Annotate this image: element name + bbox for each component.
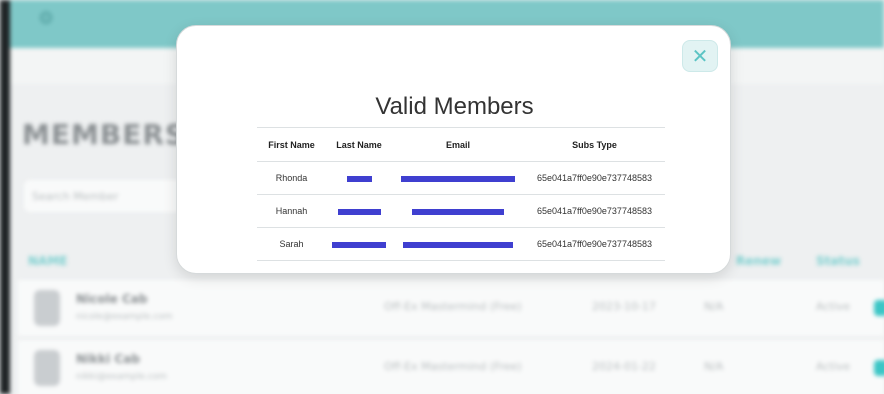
- table-row[interactable]: Nicole Cab nicole@example.com Off-Ex Mas…: [18, 280, 884, 336]
- valid-members-table: First Name Last Name Email Subs Type Rho…: [257, 127, 665, 261]
- member-name: Nicole Cab: [76, 292, 148, 306]
- member-date: 2023-10-17: [592, 300, 656, 313]
- action-button[interactable]: [874, 360, 884, 376]
- redaction-bar: [412, 208, 504, 215]
- column-header-name[interactable]: NAME: [28, 254, 67, 268]
- column-header-status[interactable]: Status: [816, 254, 860, 268]
- redaction-bar: [332, 241, 386, 248]
- subs-type-cell: 65e041a7ff0e90e737748583: [524, 194, 665, 228]
- header-last-name: Last Name: [326, 127, 392, 162]
- avatar: [34, 350, 60, 386]
- table-row: Hannah 65e041a7ff0e90e737748583: [257, 194, 665, 228]
- header-subs-type: Subs Type: [524, 127, 665, 162]
- redaction-bar: [401, 175, 515, 182]
- avatar: [34, 290, 60, 326]
- member-date: 2024-01-22: [592, 360, 656, 373]
- subs-type-cell: 65e041a7ff0e90e737748583: [524, 227, 665, 261]
- modal-title: Valid Members: [375, 93, 534, 120]
- table-row: Rhonda 65e041a7ff0e90e737748583: [257, 161, 665, 195]
- member-email: nicole@example.com: [76, 312, 173, 322]
- member-email: nikki@example.com: [76, 372, 167, 382]
- redaction-bar: [337, 208, 381, 215]
- member-plan: Off-Ex Mastermind (Free): [384, 300, 522, 313]
- header-email: Email: [392, 127, 524, 162]
- table-row[interactable]: Nikki Cab nikki@example.com Off-Ex Maste…: [18, 340, 884, 394]
- member-status: Active: [816, 360, 851, 373]
- email-cell: [392, 194, 524, 228]
- close-button[interactable]: ✕: [682, 40, 718, 72]
- last-name-cell: [326, 194, 392, 228]
- first-name-cell: Sarah: [257, 227, 326, 261]
- email-cell: [392, 161, 524, 195]
- last-name-cell: [326, 161, 392, 195]
- subs-type-cell: 65e041a7ff0e90e737748583: [524, 161, 665, 195]
- redaction-bar: [346, 175, 372, 182]
- last-name-cell: [326, 227, 392, 261]
- email-cell: [392, 227, 524, 261]
- column-header-renew[interactable]: Renew: [736, 254, 781, 268]
- gear-icon: ⚙: [38, 8, 55, 29]
- first-name-cell: Rhonda: [257, 161, 326, 195]
- action-button[interactable]: [874, 300, 884, 316]
- header-first-name: First Name: [257, 127, 326, 162]
- table-header-row: First Name Last Name Email Subs Type: [257, 127, 665, 162]
- valid-members-modal: ✕ Valid Members First Name Last Name Ema…: [176, 25, 731, 274]
- member-renew: N/A: [704, 300, 724, 313]
- sidebar: [0, 0, 10, 394]
- redaction-bar: [403, 241, 513, 248]
- member-renew: N/A: [704, 360, 724, 373]
- page-title: MEMBERS: [22, 118, 187, 151]
- close-icon[interactable]: ✕: [692, 44, 709, 68]
- member-name: Nikki Cab: [76, 352, 140, 366]
- first-name-cell: Hannah: [257, 194, 326, 228]
- member-plan: Off-Ex Mastermind (Free): [384, 360, 522, 373]
- member-status: Active: [816, 300, 851, 313]
- table-row: Sarah 65e041a7ff0e90e737748583: [257, 227, 665, 261]
